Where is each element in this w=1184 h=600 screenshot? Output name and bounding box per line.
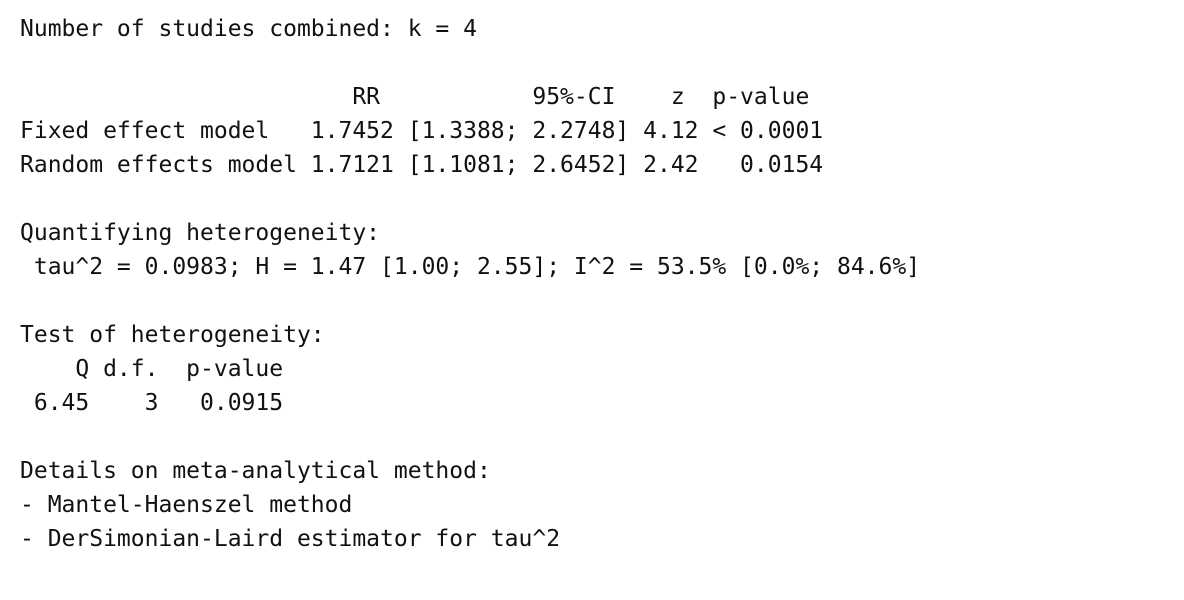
method-line-dersimonian-laird: - DerSimonian-Laird estimator for tau^2 bbox=[20, 526, 561, 552]
test-header-line: Q d.f. p-value bbox=[20, 356, 284, 382]
console-output: Number of studies combined: k = 4 RR 95%… bbox=[20, 12, 920, 556]
random-effects-line: Random effects model 1.7121 [1.1081; 2.6… bbox=[20, 152, 824, 178]
heterogeneity-stats-line: tau^2 = 0.0983; H = 1.47 [1.00; 2.55]; I… bbox=[20, 254, 921, 280]
heterogeneity-heading: Quantifying heterogeneity: bbox=[20, 220, 381, 246]
results-header-line: RR 95%-CI z p-value bbox=[20, 84, 810, 110]
test-values-line: 6.45 3 0.0915 bbox=[20, 390, 284, 416]
method-details-heading: Details on meta-analytical method: bbox=[20, 458, 491, 484]
studies-combined-line: Number of studies combined: k = 4 bbox=[20, 16, 477, 42]
fixed-effect-line: Fixed effect model 1.7452 [1.3388; 2.274… bbox=[20, 118, 824, 144]
method-line-mantel-haenszel: - Mantel-Haenszel method bbox=[20, 492, 353, 518]
test-heterogeneity-heading: Test of heterogeneity: bbox=[20, 322, 325, 348]
